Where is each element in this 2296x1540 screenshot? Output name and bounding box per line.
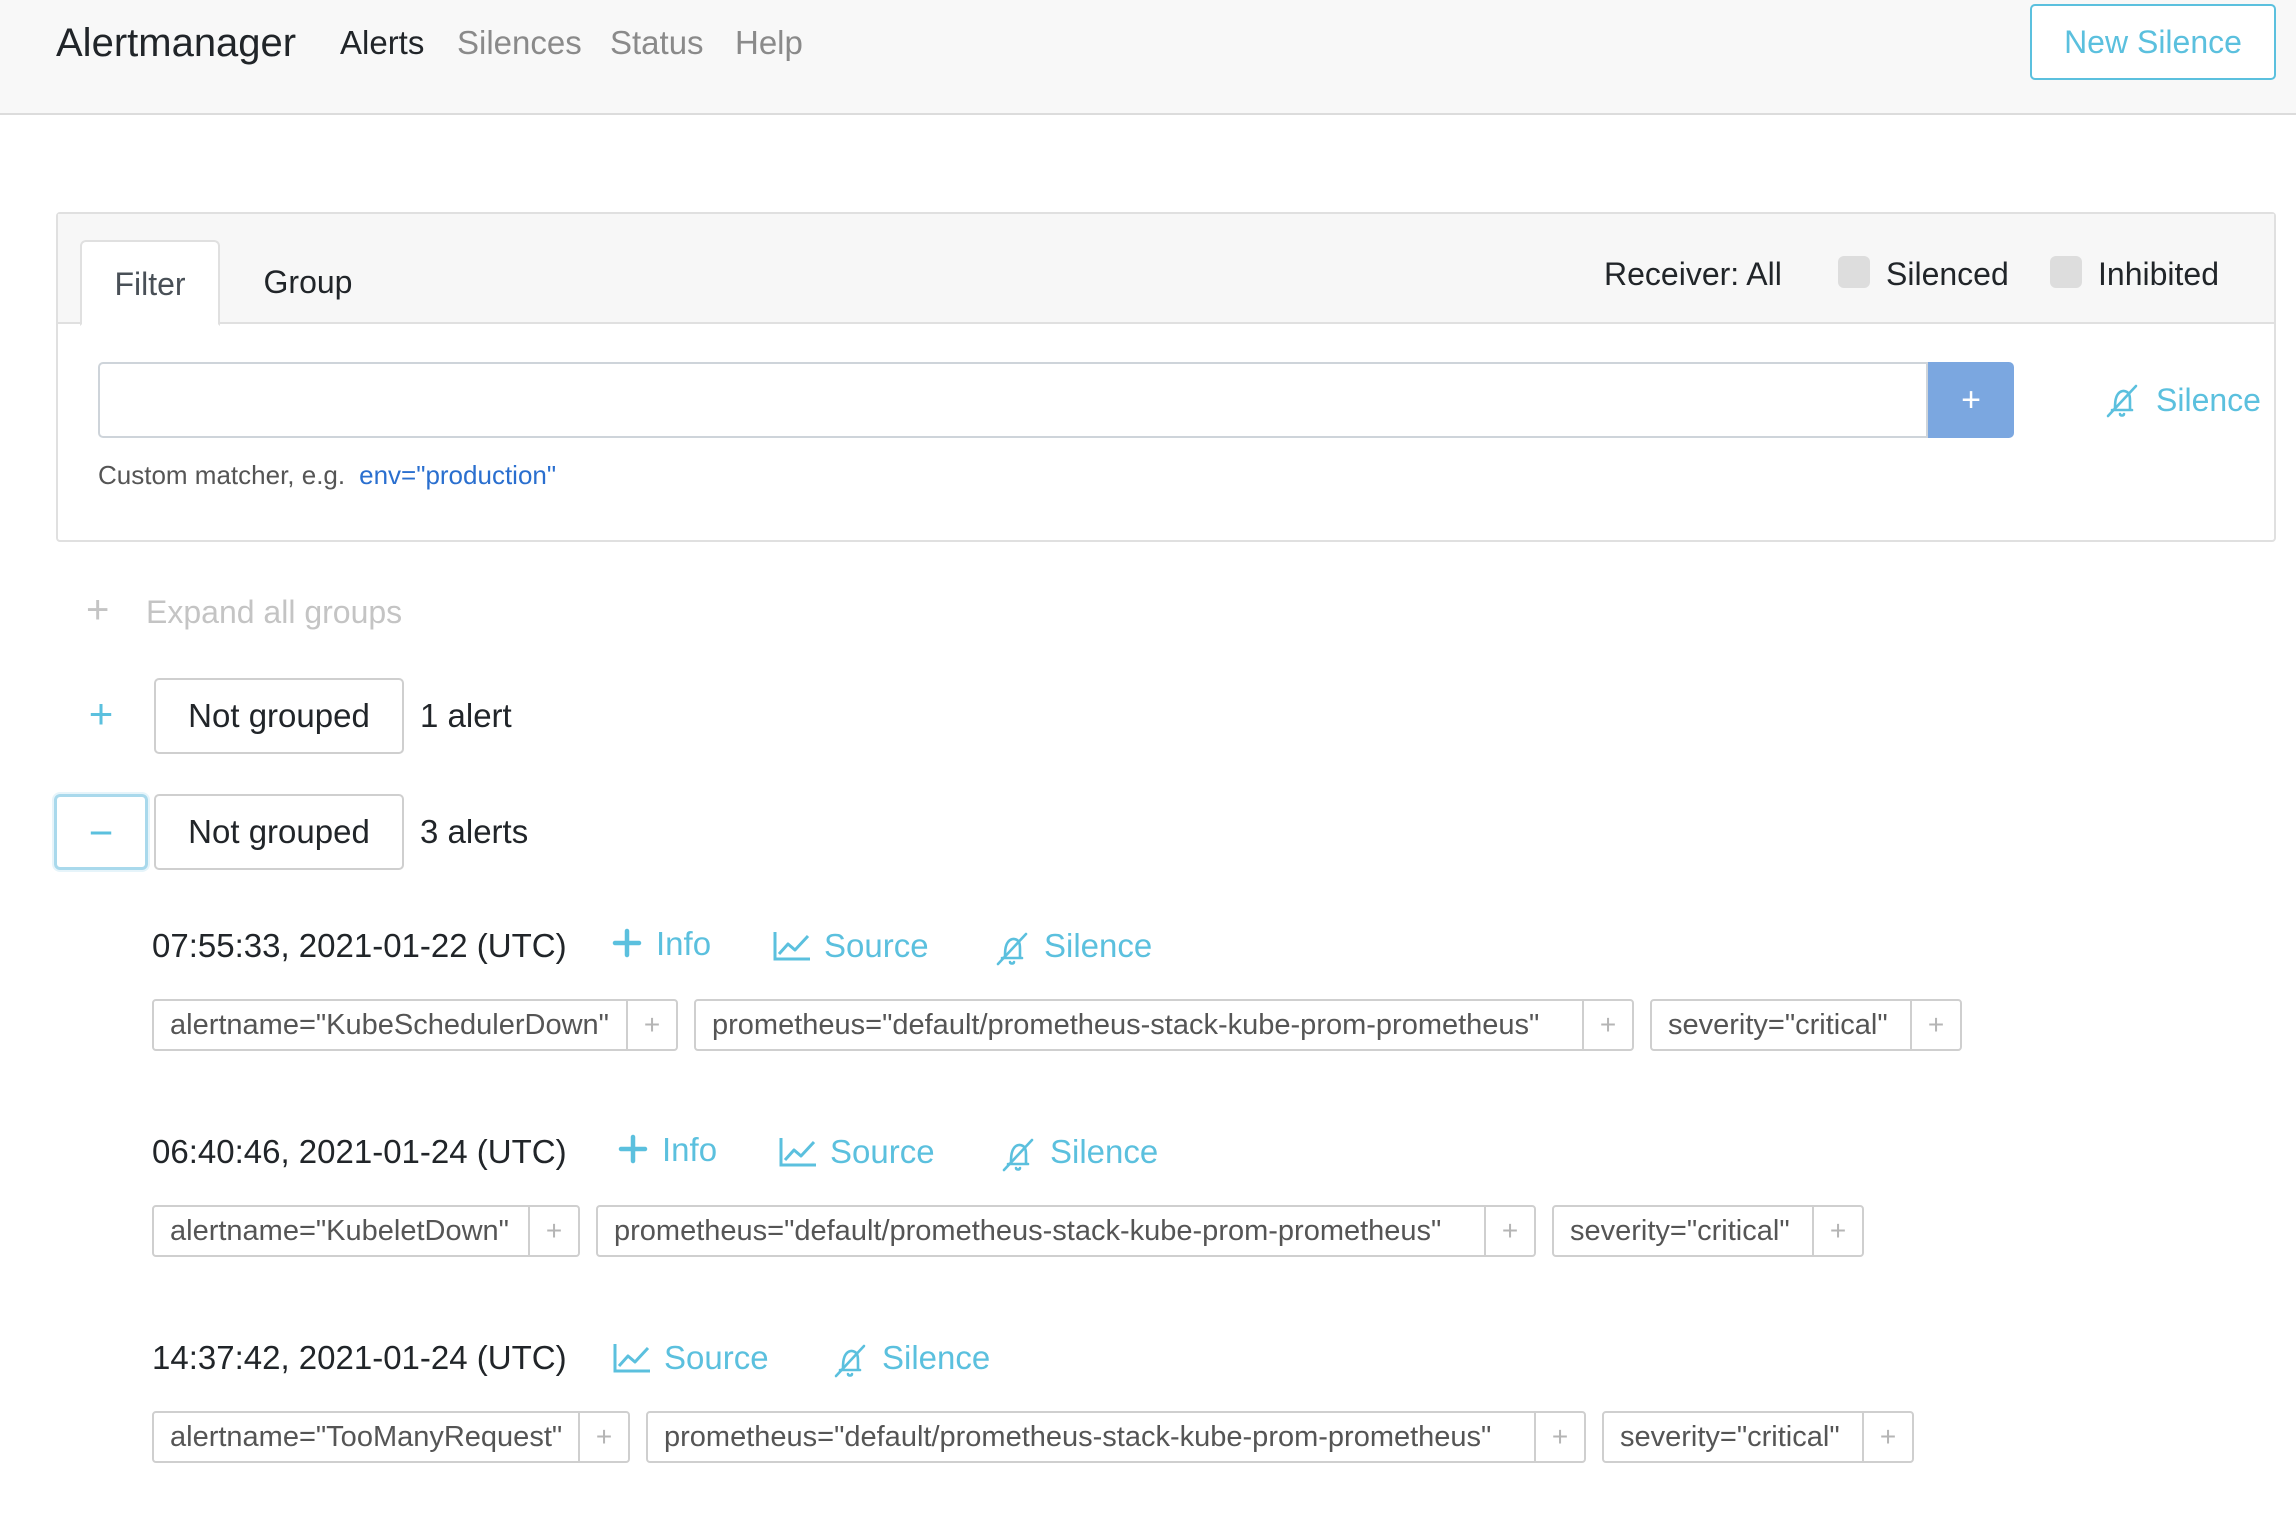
alert-timestamp: 14:37:42, 2021-01-24 (UTC) (152, 1339, 567, 1376)
add-label-filter-button[interactable]: + (578, 1413, 628, 1461)
alert-info-label: Info (656, 925, 712, 962)
add-label-filter-button[interactable]: + (1582, 1001, 1632, 1049)
alert-timestamp: 07:55:33, 2021-01-22 (UTC) (152, 927, 567, 964)
alert-silence-label: Silence (1044, 927, 1153, 964)
chart-line-icon (613, 1344, 650, 1373)
navbar: Alertmanager Alerts Silences Status Help… (0, 0, 2296, 115)
chart-line-icon (779, 1138, 816, 1167)
plus-icon (612, 928, 642, 958)
add-label-filter-button[interactable]: + (1812, 1207, 1862, 1255)
group-collapse-toggle[interactable]: − (54, 794, 148, 870)
filter-input[interactable] (98, 362, 1928, 438)
group-expand-toggle[interactable]: + (54, 678, 148, 754)
nav-help[interactable]: Help (735, 23, 803, 63)
alert-label[interactable]: severity="critical" + (1602, 1411, 1914, 1463)
bell-slash-icon (834, 1344, 866, 1378)
alert-label[interactable]: prometheus="default/prometheus-stack-kub… (694, 999, 1634, 1051)
alert-label[interactable]: alertname="KubeSchedulerDown" + (152, 999, 678, 1051)
alert-label-text[interactable]: alertname="KubeSchedulerDown" (170, 1001, 609, 1049)
alert-info-label: Info (662, 1131, 718, 1168)
nav-alerts[interactable]: Alerts (340, 23, 424, 63)
group-alert-count: 3 alerts (420, 813, 529, 850)
new-silence-button[interactable]: New Silence (2030, 4, 2276, 80)
filter-silence-label: Silence (2156, 382, 2261, 418)
plus-icon: + (86, 588, 110, 632)
alert-timestamp: 06:40:46, 2021-01-24 (UTC) (152, 1133, 567, 1170)
group-alert-count: 1 alert (420, 697, 512, 734)
matcher-hint: Custom matcher, e.g. env="production" (98, 458, 556, 492)
alert-label-text[interactable]: prometheus="default/prometheus-stack-kub… (614, 1207, 1441, 1255)
chart-line-icon (773, 932, 810, 961)
alert-silence-label: Silence (882, 1339, 991, 1376)
matcher-hint-text: Custom matcher, e.g. (98, 460, 346, 490)
expand-all-label: Expand all groups (146, 594, 403, 630)
filter-card: Filter Group Receiver: All Silenced Inhi… (56, 212, 2276, 542)
add-label-filter-button[interactable]: + (1910, 1001, 1960, 1049)
group-label-button[interactable]: Not grouped (154, 794, 404, 870)
add-label-filter-button[interactable]: + (1534, 1413, 1584, 1461)
alert-label[interactable]: alertname="KubeletDown" + (152, 1205, 580, 1257)
alert-label[interactable]: prometheus="default/prometheus-stack-kub… (596, 1205, 1536, 1257)
alert-label-text[interactable]: alertname="TooManyRequest" (170, 1413, 562, 1461)
alert-label[interactable]: prometheus="default/prometheus-stack-kub… (646, 1411, 1586, 1463)
add-label-filter-button[interactable]: + (1862, 1413, 1912, 1461)
add-label-filter-button[interactable]: + (626, 1001, 676, 1049)
alert-label-text[interactable]: severity="critical" (1570, 1207, 1790, 1255)
alert-label-text[interactable]: prometheus="default/prometheus-stack-kub… (712, 1001, 1539, 1049)
alert-label-text[interactable]: prometheus="default/prometheus-stack-kub… (664, 1413, 1491, 1461)
plus-icon (618, 1134, 648, 1164)
receiver-selector[interactable]: Receiver: All (1604, 254, 1782, 294)
inhibited-label[interactable]: Inhibited (2098, 254, 2219, 294)
silenced-label[interactable]: Silenced (1886, 254, 2009, 294)
alert-label-text[interactable]: alertname="KubeletDown" (170, 1207, 509, 1255)
alert-source-label: Source (830, 1133, 935, 1170)
alert-label[interactable]: severity="critical" + (1552, 1205, 1864, 1257)
bell-slash-icon (2106, 384, 2138, 418)
matcher-hint-example[interactable]: env="production" (359, 460, 556, 490)
alert-label[interactable]: severity="critical" + (1650, 999, 1962, 1051)
tab-group[interactable]: Group (228, 240, 388, 326)
bell-slash-icon (996, 932, 1028, 966)
alert-source-label: Source (824, 927, 929, 964)
filter-card-header: Filter Group Receiver: All Silenced Inhi… (58, 214, 2274, 326)
alert-source-label: Source (664, 1339, 769, 1376)
alert-label-text[interactable]: severity="critical" (1620, 1413, 1840, 1461)
silenced-checkbox[interactable] (1838, 256, 1870, 288)
tab-filter[interactable]: Filter (80, 240, 220, 326)
add-label-filter-button[interactable]: + (528, 1207, 578, 1255)
nav-status[interactable]: Status (610, 23, 704, 63)
nav-silences[interactable]: Silences (457, 23, 582, 63)
alert-label-text[interactable]: severity="critical" (1668, 1001, 1888, 1049)
alert-silence-label: Silence (1050, 1133, 1159, 1170)
group-label-button[interactable]: Not grouped (154, 678, 404, 754)
inhibited-checkbox[interactable] (2050, 256, 2082, 288)
brand-logo[interactable]: Alertmanager (56, 20, 296, 66)
bell-slash-icon (1002, 1138, 1034, 1172)
alert-label[interactable]: alertname="TooManyRequest" + (152, 1411, 630, 1463)
filter-add-button[interactable]: + (1928, 362, 2014, 438)
add-label-filter-button[interactable]: + (1484, 1207, 1534, 1255)
